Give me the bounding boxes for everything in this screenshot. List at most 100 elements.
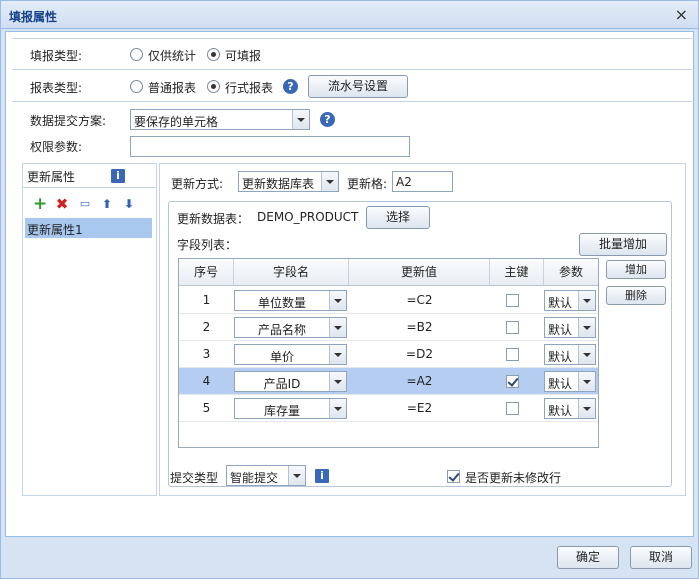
chevron-down-icon[interactable] (578, 345, 595, 364)
primary-key-checkbox[interactable] (506, 321, 519, 334)
table-row-selected[interactable]: 4 产品ID =A2 默认 (179, 368, 598, 395)
update-value[interactable]: =C2 (349, 287, 490, 314)
update-value[interactable]: =A2 (349, 368, 490, 395)
field-name-value: 产品ID (263, 377, 301, 391)
update-detail-panel: 更新方式: 更新数据库表 更新格: A2 更新数据表： DEMO_PRODUCT… (159, 163, 686, 496)
cancel-button[interactable]: 取消 (630, 546, 692, 569)
update-table-value: DEMO_PRODUCT (257, 210, 359, 224)
update-properties-panel: 更新属性 i + ✖ ▭ ⬆ ⬇ 更新属性1 (22, 163, 157, 496)
move-up-icon[interactable]: ⬆ (100, 197, 114, 211)
serial-number-settings-button[interactable]: 流水号设置 (308, 75, 408, 98)
update-value[interactable]: =E2 (349, 395, 490, 422)
field-name-select[interactable]: 单位数量 (234, 290, 347, 311)
field-name-value: 单价 (269, 350, 294, 364)
fill-type-stats-label[interactable]: 仅供统计 (148, 47, 196, 64)
update-table-label: 更新数据表： (177, 212, 250, 226)
table-row[interactable]: 5 库存量 =E2 默认 (179, 395, 598, 422)
chevron-down-icon[interactable] (578, 291, 595, 310)
report-type-normal-label[interactable]: 普通报表 (148, 79, 196, 96)
move-down-icon[interactable]: ⬇ (122, 197, 136, 211)
table-row[interactable]: 1 单位数量 =C2 默认 (179, 287, 598, 314)
report-type-row: 报表类型: 普通报表 行式报表 ? 流水号设置 (12, 69, 694, 101)
fill-type-row: 填报类型: 仅供统计 可填报 (12, 38, 694, 69)
chevron-down-icon[interactable] (329, 291, 346, 310)
fill-type-fillable-label[interactable]: 可填报 (225, 47, 261, 64)
row-number: 5 (202, 401, 211, 415)
dialog-title: 填报属性 (9, 10, 58, 24)
fill-type-stats-radio[interactable] (130, 48, 143, 61)
update-cell-input[interactable]: A2 (392, 171, 453, 192)
help-icon[interactable]: ? (320, 112, 335, 127)
update-value[interactable]: =D2 (349, 341, 490, 368)
col-header-key[interactable]: 主键 (490, 259, 544, 286)
row-number: 4 (202, 374, 211, 388)
update-unmodified-checkbox[interactable] (447, 470, 460, 483)
col-header-value[interactable]: 更新值 (349, 259, 490, 286)
field-name-select[interactable]: 单价 (234, 344, 347, 365)
primary-key-checkbox[interactable] (506, 348, 519, 361)
fill-type-fillable-radio[interactable] (207, 48, 220, 61)
param-value: 默认 (548, 350, 573, 364)
chevron-down-icon[interactable] (329, 318, 346, 337)
primary-key-checkbox[interactable] (506, 402, 519, 415)
field-name-select[interactable]: 库存量 (234, 398, 347, 419)
report-type-row-label[interactable]: 行式报表 (225, 79, 273, 96)
report-type-normal-radio[interactable] (130, 80, 143, 93)
primary-key-checkbox[interactable] (506, 294, 519, 307)
submit-scheme-select[interactable]: 要保存的单元格 (130, 109, 310, 130)
ok-button[interactable]: 确定 (557, 546, 619, 569)
dialog-footer: 确定 取消 (1, 539, 698, 579)
param-select[interactable]: 默认 (544, 344, 596, 365)
field-name-value: 产品名称 (257, 323, 306, 337)
col-header-field[interactable]: 字段名 (234, 259, 349, 286)
update-table-box: 更新数据表： DEMO_PRODUCT 选择 字段列表： 批量增加 序号 字段名… (168, 201, 672, 487)
fill-type-label: 填报类型: (30, 49, 83, 63)
param-select[interactable]: 默认 (544, 371, 596, 392)
param-select[interactable]: 默认 (544, 317, 596, 338)
col-header-no[interactable]: 序号 (179, 259, 234, 286)
chevron-down-icon[interactable] (321, 172, 338, 191)
update-cell-label: 更新格: (347, 177, 388, 191)
param-select[interactable]: 默认 (544, 290, 596, 311)
chevron-down-icon[interactable] (578, 372, 595, 391)
close-icon[interactable]: × (675, 5, 688, 24)
batch-add-button[interactable]: 批量增加 (579, 233, 667, 256)
primary-key-checkbox[interactable] (506, 375, 519, 388)
field-name-select[interactable]: 产品名称 (234, 317, 347, 338)
table-row[interactable]: 3 单价 =D2 默认 (179, 341, 598, 368)
field-name-value: 库存量 (263, 404, 300, 418)
rename-icon[interactable]: ▭ (78, 197, 92, 211)
report-type-label: 报表类型: (30, 81, 83, 95)
delete-field-button[interactable]: 删除 (606, 286, 666, 305)
report-type-row-radio[interactable] (207, 80, 220, 93)
param-select[interactable]: 默认 (544, 398, 596, 419)
permission-input[interactable] (130, 136, 410, 157)
update-method-select[interactable]: 更新数据库表 (238, 171, 339, 192)
table-row[interactable]: 2 产品名称 =B2 默认 (179, 314, 598, 341)
list-item[interactable]: 更新属性1 (25, 218, 152, 238)
field-list-label: 字段列表： (177, 238, 238, 252)
select-table-button[interactable]: 选择 (366, 206, 430, 229)
update-unmodified-label[interactable]: 是否更新未修改行 (465, 469, 561, 486)
chevron-down-icon[interactable] (288, 466, 305, 485)
chevron-down-icon[interactable] (292, 110, 309, 129)
chevron-down-icon[interactable] (578, 318, 595, 337)
chevron-down-icon[interactable] (329, 399, 346, 418)
field-name-select[interactable]: 产品ID (234, 371, 347, 392)
chevron-down-icon[interactable] (329, 345, 346, 364)
add-icon[interactable]: + (33, 196, 47, 213)
info-icon[interactable]: i (111, 169, 125, 183)
row-number: 3 (202, 347, 211, 361)
add-field-button[interactable]: 增加 (606, 260, 666, 279)
update-properties-header: 更新属性 i (23, 164, 156, 188)
update-value[interactable]: =B2 (349, 314, 490, 341)
info-icon[interactable]: i (315, 469, 329, 483)
help-icon[interactable]: ? (283, 79, 298, 94)
col-header-param[interactable]: 参数 (544, 259, 598, 286)
field-grid: 序号 字段名 更新值 主键 参数 1 单位数量 =C2 默认 2 产品名称 =B… (178, 258, 599, 448)
submit-scheme-label: 数据提交方案: (30, 114, 107, 128)
delete-icon[interactable]: ✖ (55, 197, 69, 212)
chevron-down-icon[interactable] (329, 372, 346, 391)
chevron-down-icon[interactable] (578, 399, 595, 418)
submit-type-select[interactable]: 智能提交 (226, 465, 306, 486)
